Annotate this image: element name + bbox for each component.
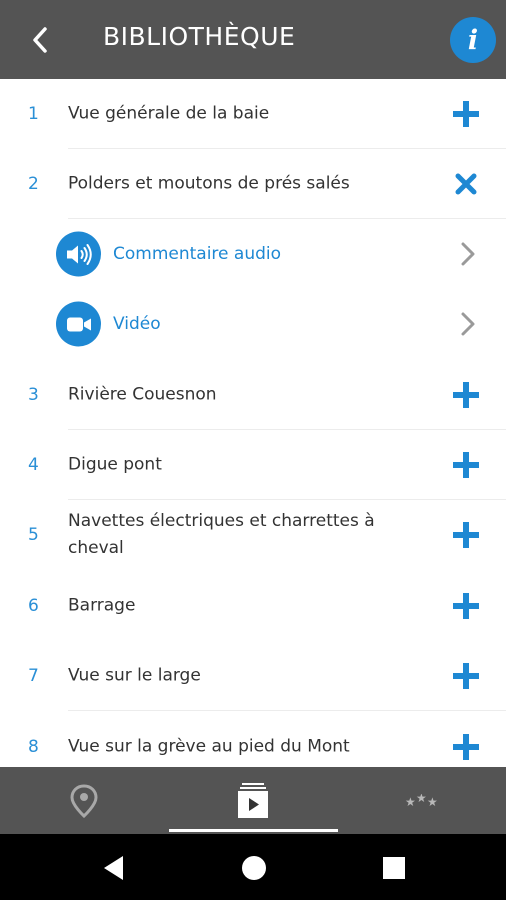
media-label: Commentaire audio — [113, 244, 282, 264]
item-label: Vue sur le large — [68, 665, 201, 686]
system-navigation-bar — [0, 834, 506, 900]
list-item[interactable]: 2 Polders et moutons de prés salés — [0, 149, 506, 219]
item-label: Polders et moutons de prés salés — [68, 173, 350, 194]
list-item[interactable]: 3 Rivière Couesnon — [0, 360, 506, 430]
selected-tab-indicator — [169, 829, 338, 832]
tab-map[interactable] — [0, 767, 168, 834]
chevron-left-icon — [33, 27, 47, 53]
item-number: 8 — [28, 737, 39, 757]
audio-commentary-link[interactable]: Commentaire audio — [0, 219, 506, 289]
collapse-close-icon[interactable] — [452, 170, 480, 198]
expand-plus-icon[interactable] — [452, 521, 480, 549]
home-circle-icon — [242, 856, 266, 880]
bottom-tab-bar: ★ ★ ★ — [0, 767, 506, 834]
stars-icon: ★ ★ ★ — [405, 794, 438, 808]
list-item[interactable]: 6 Barrage — [0, 571, 506, 641]
item-number: 6 — [28, 596, 39, 616]
chevron-right-icon — [461, 242, 475, 266]
item-label: Digue pont — [68, 454, 162, 475]
system-back-button[interactable] — [98, 852, 130, 884]
info-button[interactable]: i — [450, 17, 496, 63]
list-item[interactable]: 1 Vue générale de la baie — [0, 79, 506, 149]
back-button[interactable] — [24, 22, 56, 58]
item-number: 3 — [28, 385, 39, 405]
app-header: BIBLIOTHÈQUE i — [0, 0, 506, 79]
item-label: Vue générale de la baie — [68, 103, 270, 124]
item-number: 5 — [28, 525, 39, 545]
speaker-icon — [56, 231, 101, 277]
expand-plus-icon[interactable] — [452, 662, 480, 690]
item-label: Rivière Couesnon — [68, 384, 217, 405]
back-triangle-icon — [104, 856, 123, 880]
map-pin-icon — [70, 783, 98, 818]
expand-plus-icon[interactable] — [452, 100, 480, 128]
svg-text:★: ★ — [416, 794, 427, 805]
expand-plus-icon[interactable] — [452, 381, 480, 409]
media-library-icon — [238, 782, 268, 818]
list-item[interactable]: 8 Vue sur la grève au pied du Mont — [0, 712, 506, 767]
system-home-button[interactable] — [238, 852, 270, 884]
item-label: Vue sur la grève au pied du Mont — [68, 736, 350, 757]
item-number: 7 — [28, 666, 39, 686]
video-link[interactable]: Vidéo — [0, 289, 506, 359]
svg-text:★: ★ — [405, 795, 416, 808]
video-camera-icon — [56, 301, 101, 347]
media-label: Vidéo — [113, 314, 161, 334]
item-number: 2 — [28, 174, 39, 194]
chevron-right-icon — [461, 312, 475, 336]
tab-library[interactable] — [169, 767, 337, 834]
item-number: 1 — [28, 104, 39, 124]
list-item[interactable]: 7 Vue sur le large — [0, 641, 506, 711]
divider — [68, 710, 506, 711]
expand-plus-icon[interactable] — [452, 733, 480, 761]
expand-plus-icon[interactable] — [452, 451, 480, 479]
list-item[interactable]: 4 Digue pont — [0, 430, 506, 500]
expand-plus-icon[interactable] — [452, 592, 480, 620]
system-recents-button[interactable] — [378, 852, 410, 884]
item-label: Barrage — [68, 595, 136, 616]
library-list: 1 Vue générale de la baie 2 Polders et m… — [0, 79, 506, 767]
list-item[interactable]: 5 Navettes électriques et charrettes à c… — [0, 500, 506, 570]
item-label: Navettes électriques et charrettes à che… — [68, 511, 375, 558]
svg-text:★: ★ — [427, 795, 438, 808]
tab-stars[interactable]: ★ ★ ★ — [338, 767, 506, 834]
info-icon: i — [467, 24, 479, 56]
page-title: BIBLIOTHÈQUE — [103, 22, 296, 51]
recents-square-icon — [383, 857, 405, 879]
item-number: 4 — [28, 455, 39, 475]
